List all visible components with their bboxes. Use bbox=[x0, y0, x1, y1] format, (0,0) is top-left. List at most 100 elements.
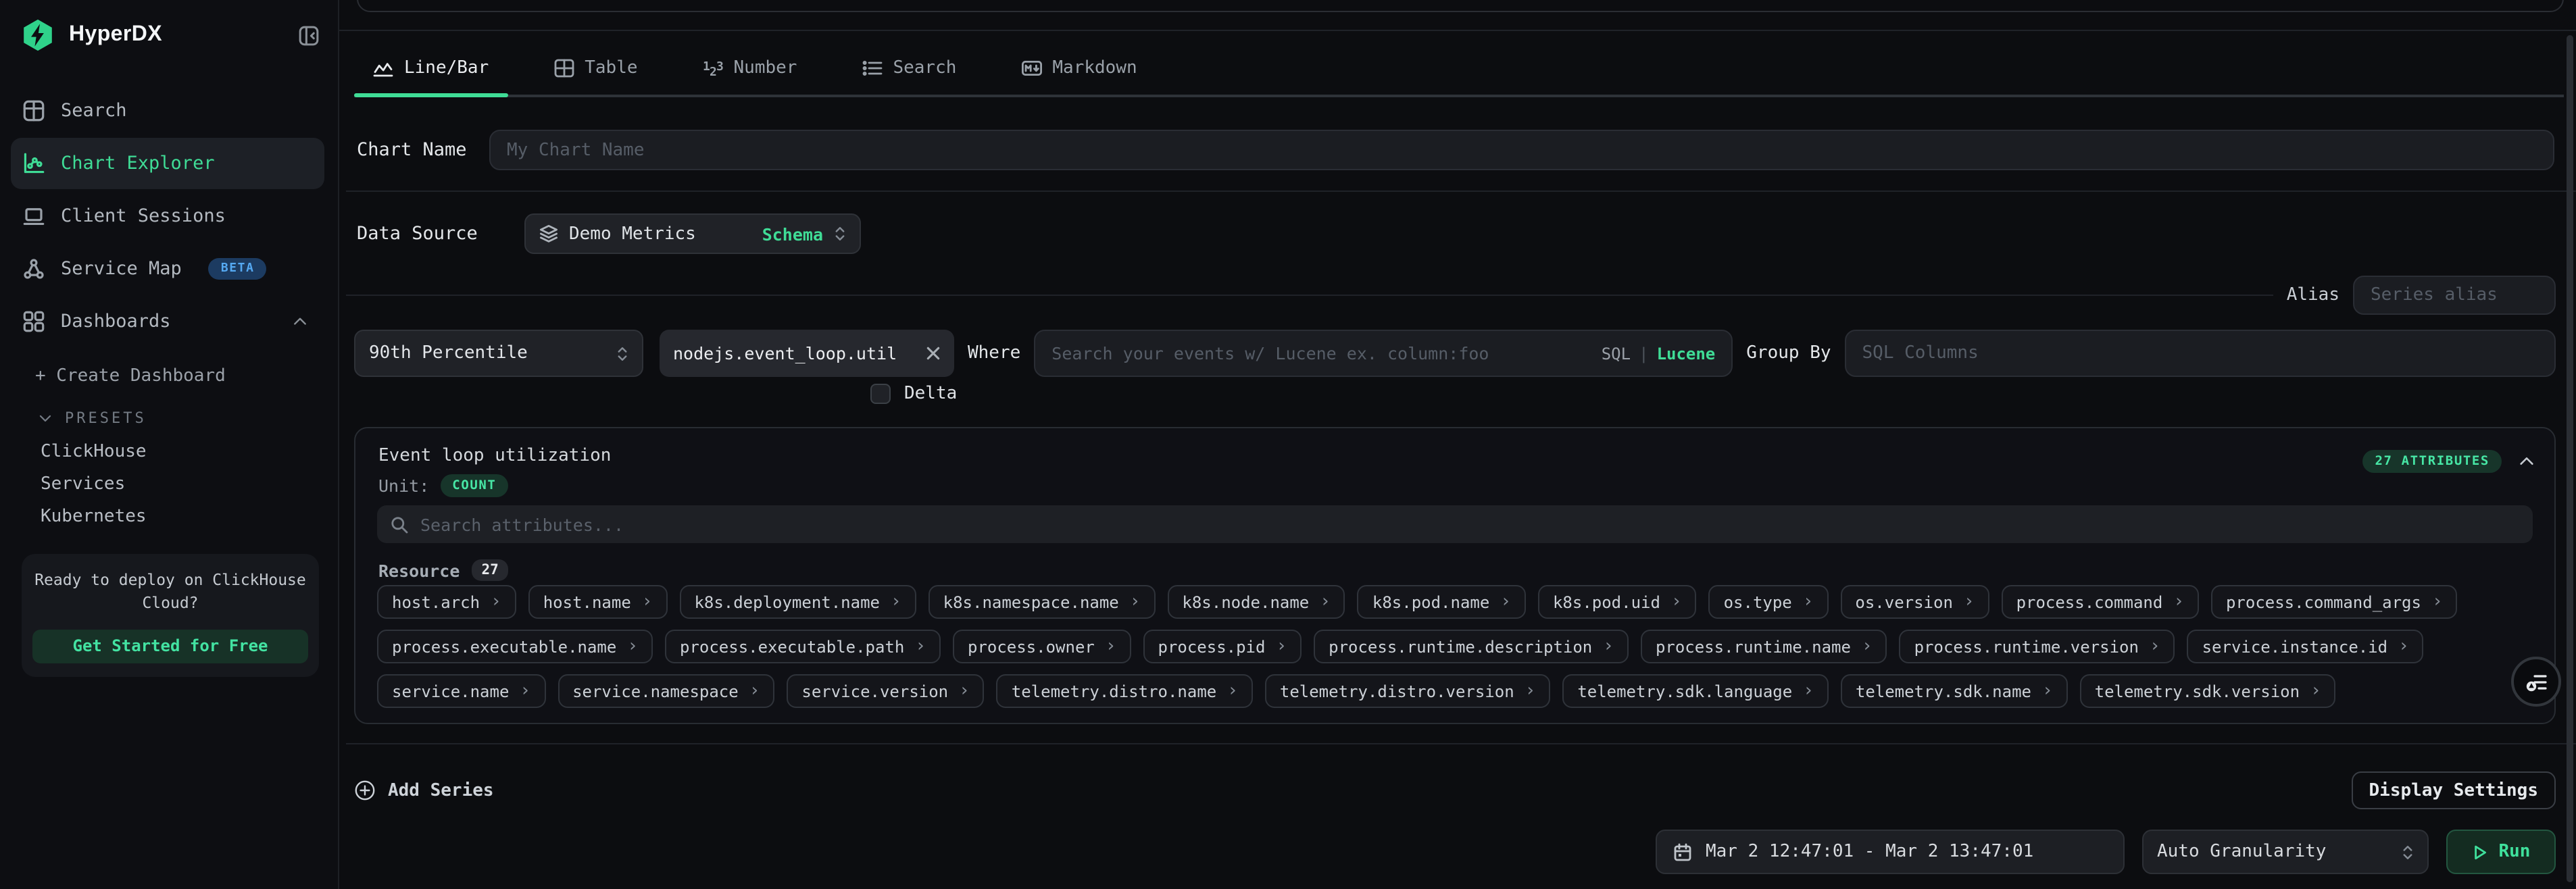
tab-line-bar[interactable]: Line/Bar bbox=[354, 42, 507, 95]
attribute-chip[interactable]: os.type › bbox=[1709, 585, 1829, 619]
sidebar-item-dashboards[interactable]: Dashboards bbox=[11, 296, 324, 347]
chart-name-input[interactable] bbox=[489, 130, 2554, 170]
attribute-chip-label: telemetry.distro.version bbox=[1280, 682, 1514, 701]
alias-row: Alias bbox=[346, 276, 2556, 315]
attribute-chip[interactable]: telemetry.sdk.version › bbox=[2080, 674, 2336, 708]
chevron-right-icon: › bbox=[1276, 638, 1287, 655]
aggregation-select[interactable]: 90th Percentile bbox=[354, 330, 643, 377]
where-input[interactable] bbox=[1051, 343, 1593, 363]
attribute-chip[interactable]: process.command_args › bbox=[2211, 585, 2458, 619]
get-started-button[interactable]: Get Started for Free bbox=[32, 629, 308, 663]
chevron-right-icon: › bbox=[891, 593, 901, 611]
sql-mode-toggle[interactable]: SQL bbox=[1602, 344, 1631, 363]
chevron-right-icon: › bbox=[520, 682, 530, 700]
sidebar-item-label: Dashboards bbox=[61, 311, 171, 332]
group-by-label: Group By bbox=[1746, 343, 1831, 363]
attribute-chip[interactable]: telemetry.distro.name › bbox=[997, 674, 1253, 708]
attribute-chip[interactable]: os.version › bbox=[1840, 585, 1989, 619]
grid-window-icon bbox=[23, 100, 45, 122]
lucene-mode-toggle[interactable]: Lucene bbox=[1657, 344, 1716, 363]
chevron-up-down-icon bbox=[2402, 842, 2414, 861]
sidebar-item-service-map[interactable]: Service Map BETA bbox=[11, 243, 324, 295]
attribute-chip-label: k8s.namespace.name bbox=[943, 592, 1119, 611]
attribute-chip[interactable]: k8s.node.name › bbox=[1167, 585, 1345, 619]
attribute-chip-label: process.pid bbox=[1158, 637, 1266, 656]
calendar-icon bbox=[1673, 842, 1692, 861]
attribute-chip[interactable]: k8s.pod.name › bbox=[1358, 585, 1526, 619]
attribute-chip[interactable]: k8s.namespace.name › bbox=[928, 585, 1156, 619]
preset-item[interactable]: ClickHouse bbox=[0, 436, 338, 469]
attribute-chip[interactable]: process.runtime.description › bbox=[1314, 630, 1629, 663]
tab-number[interactable]: 123 Number bbox=[684, 42, 816, 95]
grid-2x2-icon bbox=[23, 311, 45, 332]
preset-item[interactable]: Kubernetes bbox=[0, 501, 338, 534]
attribute-chip-label: k8s.pod.uid bbox=[1553, 592, 1660, 611]
attribute-chip-label: host.arch bbox=[392, 592, 480, 611]
hyperdx-logo-icon bbox=[20, 18, 55, 53]
attribute-chip[interactable]: service.namespace › bbox=[558, 674, 774, 708]
resource-group-label: Resource bbox=[378, 560, 460, 580]
metric-token[interactable]: nodejs.event_loop.util bbox=[660, 330, 954, 377]
markdown-icon bbox=[1021, 58, 1041, 78]
sidebar-collapse-icon[interactable] bbox=[299, 25, 319, 45]
granularity-select[interactable]: Auto Granularity bbox=[2142, 830, 2429, 874]
attribute-chip[interactable]: process.runtime.name › bbox=[1641, 630, 1887, 663]
tab-markdown[interactable]: Markdown bbox=[1002, 42, 1156, 95]
attribute-chip[interactable]: telemetry.distro.version › bbox=[1265, 674, 1550, 708]
group-by-input[interactable] bbox=[1845, 330, 2556, 377]
close-icon[interactable] bbox=[926, 346, 941, 361]
schema-link[interactable]: Schema bbox=[762, 224, 823, 244]
add-series-button[interactable]: Add Series bbox=[354, 780, 494, 801]
preset-item[interactable]: Services bbox=[0, 469, 338, 501]
attribute-chip[interactable]: process.command › bbox=[2002, 585, 2199, 619]
time-range-picker[interactable]: Mar 2 12:47:01 - Mar 2 13:47:01 bbox=[1656, 830, 2125, 874]
attribute-chip[interactable]: process.pid › bbox=[1143, 630, 1302, 663]
attribute-chip[interactable]: process.executable.name › bbox=[377, 630, 653, 663]
layers-stack-icon bbox=[539, 224, 558, 243]
where-label: Where bbox=[968, 343, 1020, 363]
alias-input[interactable] bbox=[2353, 276, 2556, 315]
display-settings-button[interactable]: Display Settings bbox=[2352, 771, 2556, 809]
run-button[interactable]: Run bbox=[2446, 830, 2556, 874]
attribute-chip-label: process.executable.path bbox=[680, 637, 904, 656]
unit-label: Unit: bbox=[378, 476, 429, 496]
attribute-chip[interactable]: host.name › bbox=[528, 585, 668, 619]
data-source-select[interactable]: Demo Metrics Schema bbox=[524, 213, 861, 254]
tab-search[interactable]: Search bbox=[843, 42, 975, 95]
presets-header-label: PRESETS bbox=[65, 409, 147, 427]
collapse-panel-icon[interactable] bbox=[2518, 453, 2535, 470]
attribute-chip[interactable]: telemetry.sdk.language › bbox=[1562, 674, 1829, 708]
attribute-chip[interactable]: service.instance.id › bbox=[2187, 630, 2424, 663]
quick-actions-fab[interactable] bbox=[2511, 657, 2561, 707]
attribute-chip-label: process.command bbox=[2016, 592, 2163, 611]
attribute-chip[interactable]: process.runtime.version › bbox=[1900, 630, 2175, 663]
sidebar-item-label: Search bbox=[61, 100, 127, 122]
attribute-chip-label: process.owner bbox=[968, 637, 1095, 656]
attribute-chip[interactable]: k8s.deployment.name › bbox=[679, 585, 916, 619]
delta-checkbox[interactable] bbox=[870, 384, 891, 404]
presets-header[interactable]: PRESETS bbox=[0, 409, 338, 427]
attribute-chip-label: service.namespace bbox=[572, 682, 739, 701]
play-icon bbox=[2472, 844, 2488, 860]
attribute-chip[interactable]: host.arch › bbox=[377, 585, 516, 619]
attribute-chip[interactable]: process.owner › bbox=[953, 630, 1131, 663]
attribute-chip[interactable]: service.name › bbox=[377, 674, 545, 708]
create-dashboard-button[interactable]: + Create Dashboard bbox=[0, 366, 338, 386]
attribute-chip[interactable]: telemetry.sdk.name › bbox=[1841, 674, 2068, 708]
attribute-chip[interactable]: process.executable.path › bbox=[665, 630, 941, 663]
unit-badge: COUNT bbox=[440, 474, 508, 497]
data-source-value: Demo Metrics bbox=[569, 224, 696, 244]
vertical-scrollbar[interactable] bbox=[2567, 35, 2573, 882]
sidebar-item-client-sessions[interactable]: Client Sessions bbox=[11, 190, 324, 242]
chevron-right-icon: › bbox=[1964, 593, 1975, 611]
attribute-chip[interactable]: k8s.pod.uid › bbox=[1538, 585, 1697, 619]
attribute-search-input[interactable] bbox=[420, 514, 2519, 534]
attribute-chip[interactable]: service.version › bbox=[787, 674, 984, 708]
chevron-up-down-icon bbox=[834, 224, 846, 243]
chevron-right-icon: › bbox=[491, 593, 501, 611]
tab-table[interactable]: Table bbox=[535, 42, 656, 95]
beta-badge: BETA bbox=[209, 258, 267, 280]
sidebar-item-search[interactable]: Search bbox=[11, 85, 324, 136]
sidebar-item-chart-explorer[interactable]: Chart Explorer bbox=[11, 138, 324, 189]
metric-description: Event loop utilization bbox=[378, 446, 611, 466]
